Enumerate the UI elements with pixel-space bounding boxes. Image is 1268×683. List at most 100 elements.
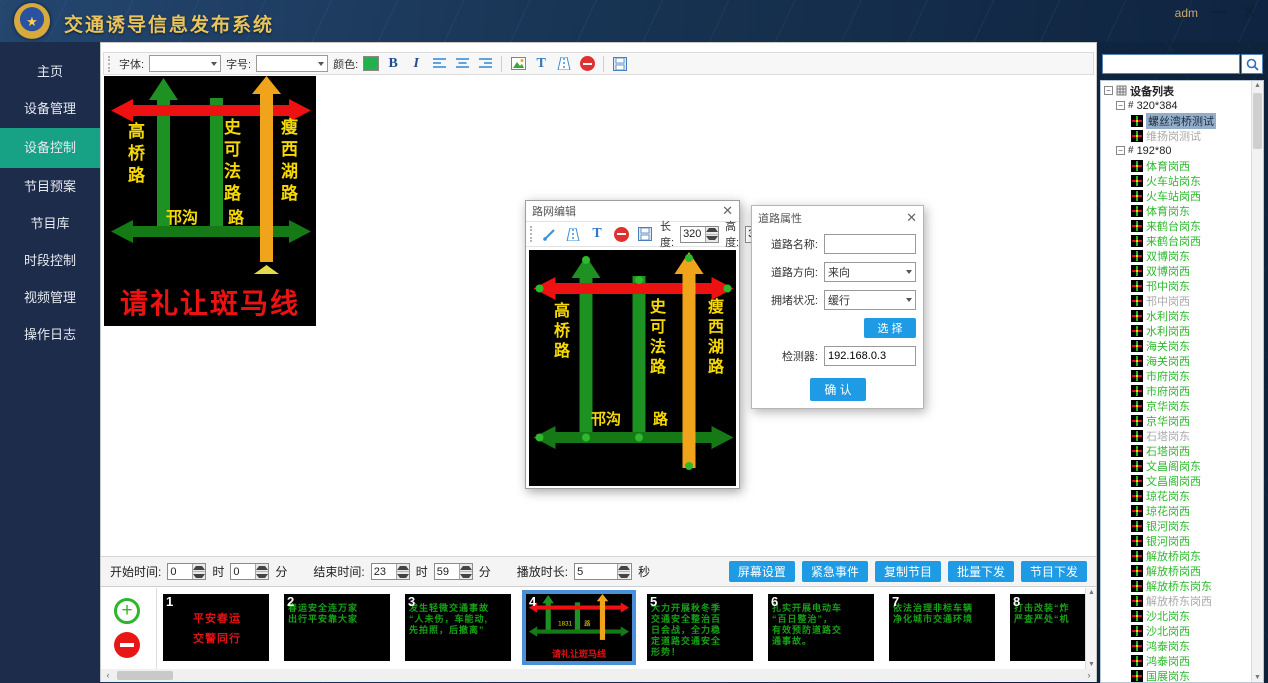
tree-device-row[interactable]: 琼花岗西: [1101, 503, 1251, 518]
tree-device-row[interactable]: 螺丝湾桥测试: [1101, 113, 1251, 128]
tree-device-row[interactable]: 体育岗东: [1101, 203, 1251, 218]
delete-tool-button[interactable]: [612, 225, 630, 243]
tree-device-row[interactable]: 沙北岗东: [1101, 608, 1251, 623]
tree-device-row[interactable]: 文昌阁岗西: [1101, 473, 1251, 488]
tree-device-row[interactable]: 解放桥东岗西: [1101, 593, 1251, 608]
tree-device-row[interactable]: 维扬岗测试: [1101, 128, 1251, 143]
tree-device-row[interactable]: 双博岗东: [1101, 248, 1251, 263]
tree-scrollbar[interactable]: ▲▼: [1251, 81, 1263, 682]
close-icon[interactable]: ✕: [1236, 0, 1262, 26]
program-thumbnail[interactable]: 5 大力开展秋冬季交通安全整治百日会战，全力稳定道路交通安全形势！: [647, 594, 753, 661]
tree-device-row[interactable]: 海关岗东: [1101, 338, 1251, 353]
program-thumbnail[interactable]: 1 平安春运交警同行: [163, 594, 269, 661]
sidebar-item[interactable]: 节目库: [0, 206, 100, 242]
action-button[interactable]: 紧急事件: [802, 561, 868, 582]
detector-field[interactable]: [824, 346, 916, 366]
tree-device-row[interactable]: 水利岗西: [1101, 323, 1251, 338]
tree-device-row[interactable]: 京华岗西: [1101, 413, 1251, 428]
bold-button[interactable]: B: [384, 55, 402, 73]
align-left-button[interactable]: [430, 55, 448, 73]
tree-device-row[interactable]: 水利岗东: [1101, 308, 1251, 323]
tree-group-row[interactable]: − # 192*80: [1101, 143, 1251, 158]
tree-device-row[interactable]: 火车站岗东: [1101, 173, 1251, 188]
start-hour-stepper[interactable]: [167, 563, 206, 580]
detector-input[interactable]: [828, 350, 912, 362]
step-up-icon[interactable]: [618, 564, 630, 571]
tree-device-row[interactable]: 文昌阁岗东: [1101, 458, 1251, 473]
tree-device-row[interactable]: 解放桥岗西: [1101, 563, 1251, 578]
sidebar-item[interactable]: 操作日志: [0, 317, 100, 353]
italic-button[interactable]: I: [407, 55, 425, 73]
close-icon[interactable]: ✕: [722, 203, 733, 219]
sidebar-item[interactable]: 时段控制: [0, 243, 100, 279]
start-minute-input[interactable]: [231, 564, 255, 579]
step-down-icon[interactable]: [460, 571, 472, 579]
congestion-select[interactable]: 缓行: [824, 290, 916, 310]
delete-tool-button[interactable]: [578, 55, 596, 73]
sign-preview-panel[interactable]: 高桥路 史可法路 瘦西湖路 邗沟 路 请礼让斑马线: [104, 76, 316, 326]
tree-device-row[interactable]: 市府岗东: [1101, 368, 1251, 383]
tree-root-row[interactable]: − 设备列表: [1101, 83, 1251, 98]
horizontal-scrollbar[interactable]: ‹ ›: [101, 669, 1096, 682]
step-up-icon[interactable]: [256, 564, 268, 571]
tree-device-row[interactable]: 海关岗西: [1101, 353, 1251, 368]
road-tool-button[interactable]: [564, 225, 582, 243]
tree-device-row[interactable]: 火车站岗西: [1101, 188, 1251, 203]
collapse-icon[interactable]: −: [1116, 146, 1125, 155]
duration-stepper[interactable]: [574, 563, 632, 580]
step-down-icon[interactable]: [618, 571, 630, 579]
start-hour-input[interactable]: [168, 564, 192, 579]
length-stepper[interactable]: [680, 226, 719, 243]
font-select[interactable]: [149, 55, 221, 72]
program-thumbnail[interactable]: 3 发生轻微交通事故“人未伤，车能动,先拍照，后撤离”: [405, 594, 511, 661]
sidebar-item[interactable]: 主页: [0, 54, 100, 90]
tree-device-row[interactable]: 京华岗东: [1101, 398, 1251, 413]
step-down-icon[interactable]: [397, 571, 409, 579]
step-up-icon[interactable]: [397, 564, 409, 571]
confirm-button[interactable]: 确 认: [810, 378, 866, 401]
text-tool-button[interactable]: T: [588, 225, 606, 243]
collapse-icon[interactable]: −: [1104, 86, 1113, 95]
program-thumbnail[interactable]: 8 打击改装“炸严查严处“机: [1010, 594, 1086, 661]
start-minute-stepper[interactable]: [230, 563, 269, 580]
road-label-bottom-1[interactable]: 邗沟: [591, 408, 621, 429]
text-tool-button[interactable]: T: [532, 55, 550, 73]
save-button[interactable]: [611, 55, 629, 73]
tree-device-row[interactable]: 双博岗西: [1101, 263, 1251, 278]
program-thumbnail[interactable]: 7 依法治理非标车辆净化城市交通环境: [889, 594, 995, 661]
road-name-field[interactable]: [824, 234, 916, 254]
align-center-button[interactable]: [453, 55, 471, 73]
sidebar-item[interactable]: 设备管理: [0, 91, 100, 127]
tree-device-row[interactable]: 沙北岗西: [1101, 623, 1251, 638]
tree-device-row[interactable]: 石塔岗西: [1101, 443, 1251, 458]
tree-device-row[interactable]: 银河岗东: [1101, 518, 1251, 533]
tree-device-row[interactable]: 来鹤台岗西: [1101, 233, 1251, 248]
program-thumbnail[interactable]: 4 1831路 请礼让斑马线: [526, 594, 632, 661]
tree-device-row[interactable]: 石塔岗东: [1101, 428, 1251, 443]
step-up-icon[interactable]: [706, 227, 718, 234]
sidebar-item[interactable]: 设备控制: [0, 128, 100, 168]
roadnet-tool-button[interactable]: [555, 55, 573, 73]
tree-device-row[interactable]: 邗中岗东: [1101, 278, 1251, 293]
collapse-icon[interactable]: −: [1116, 101, 1125, 110]
line-tool-button[interactable]: [540, 225, 558, 243]
end-minute-input[interactable]: [435, 564, 459, 579]
add-program-icon[interactable]: +: [114, 598, 140, 624]
close-icon[interactable]: ✕: [906, 210, 917, 226]
tree-group-row[interactable]: − # 320*384: [1101, 98, 1251, 113]
color-swatch[interactable]: [363, 56, 379, 71]
editor-canvas[interactable]: 高桥路 史可法路 瘦西湖路 邗沟 路: [529, 250, 736, 486]
select-detector-button[interactable]: 选 择: [864, 318, 916, 338]
road-label-right[interactable]: 瘦西湖路: [705, 298, 721, 378]
dialog-titlebar[interactable]: 道路属性 ✕: [752, 206, 923, 230]
align-right-button[interactable]: [476, 55, 494, 73]
device-search-button[interactable]: [1241, 54, 1263, 74]
dialog-titlebar[interactable]: 路网编辑 ✕: [526, 201, 739, 221]
strip-scrollbar[interactable]: ▲▼: [1085, 588, 1096, 669]
action-button[interactable]: 复制节目: [875, 561, 941, 582]
step-up-icon[interactable]: [193, 564, 205, 571]
sidebar-item[interactable]: 节目预案: [0, 169, 100, 205]
length-input[interactable]: [681, 227, 705, 242]
end-hour-input[interactable]: [372, 564, 396, 579]
tree-device-row[interactable]: 解放桥东岗东: [1101, 578, 1251, 593]
